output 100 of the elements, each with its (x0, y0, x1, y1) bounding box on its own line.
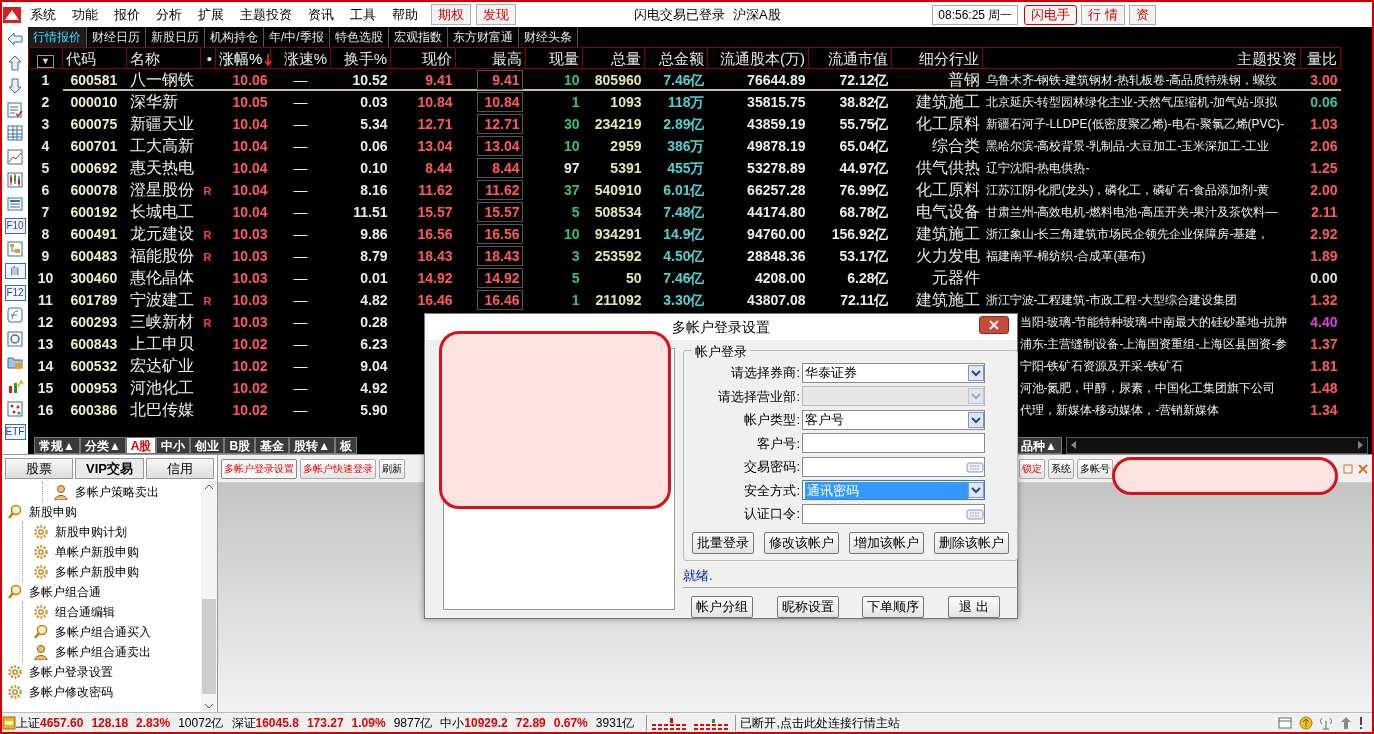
turnover-rate: 0.28 (359, 312, 389, 332)
password-field[interactable] (802, 503, 985, 524)
tab[interactable]: 宏观指数 (388, 27, 448, 47)
tab[interactable]: 新股日历 (146, 27, 205, 47)
tree-item[interactable]: 多帐户策略卖出 (75, 483, 159, 501)
quick-button[interactable]: 闪电手 (1024, 4, 1078, 25)
arrow-down-icon[interactable] (6, 77, 24, 95)
dropdown-button[interactable]: ▼ (37, 54, 54, 68)
menu-button[interactable]: 期权 (431, 4, 471, 25)
tab[interactable]: 特色选股 (329, 27, 389, 47)
menu-item[interactable]: 帮助 (384, 4, 426, 25)
shortcut-button[interactable]: ETF (4, 423, 26, 440)
menu-item[interactable]: 报价 (106, 4, 148, 25)
quick-button[interactable]: 资 (1129, 4, 1156, 25)
toolbar-button[interactable]: 系统 (1048, 458, 1074, 479)
margin-label: R (202, 183, 213, 199)
line-chart-icon[interactable] (6, 147, 24, 166)
app-logo-icon[interactable] (2, 5, 22, 24)
panel-tab[interactable]: VIP交易 (75, 458, 144, 479)
report-icon[interactable] (6, 100, 24, 119)
password-field[interactable] (802, 456, 985, 477)
action-button[interactable]: 批量登录 (692, 531, 754, 554)
board-tab[interactable]: 中小 (156, 437, 191, 454)
toolbar-button[interactable]: 多帐户快速登录 (300, 458, 376, 479)
dialog-button[interactable]: 下单顺序 (862, 596, 925, 618)
tree-item[interactable]: 多帐户组合通卖出 (55, 643, 151, 661)
board-tab[interactable]: A股 (125, 437, 157, 454)
panel-tab[interactable]: 信用 (145, 458, 214, 479)
dialog-button[interactable]: 帐户分组 (691, 596, 753, 618)
action-button[interactable]: 删除该帐户 (934, 531, 1009, 554)
dropdown[interactable]: 客户号 (802, 409, 985, 430)
board-tab[interactable]: 创业 (190, 437, 225, 454)
arrow-up-icon[interactable] (6, 53, 24, 72)
toolbar-button[interactable]: 多帐户登录设置 (221, 458, 297, 479)
antenna-icon[interactable] (1319, 715, 1333, 730)
shortcut-button[interactable]: F10 (4, 218, 26, 234)
grid-icon[interactable] (6, 124, 24, 142)
menu-item[interactable]: 扩展 (190, 4, 232, 25)
tree-item[interactable]: 单帐户新股申购 (55, 543, 139, 561)
scroll-thumb[interactable] (202, 599, 216, 694)
tree-item[interactable]: 多帐户组合通买入 (55, 623, 151, 641)
board-tab[interactable]: 品种▲ (1016, 437, 1062, 454)
board-tab[interactable]: 分类▲ (79, 437, 126, 454)
action-button[interactable]: 修改该帐户 (764, 531, 839, 554)
arrow-up-icon[interactable] (1339, 715, 1352, 730)
panel-tab[interactable]: 股票 (5, 458, 74, 479)
total-volume: 2959 (609, 136, 643, 156)
shortcut-button[interactable]: F12 (4, 284, 26, 301)
tab[interactable]: 财经头条 (518, 27, 578, 47)
stock-code: 600293 (69, 312, 119, 332)
dialog-button[interactable]: 退 出 (947, 596, 1000, 618)
tree-item[interactable]: 多帐户登录设置 (29, 663, 113, 681)
tab[interactable]: 年/中/季报 (264, 27, 330, 47)
board-tab[interactable]: 股转▲ (289, 437, 335, 454)
menu-item[interactable]: 工具 (342, 4, 384, 25)
tree-item[interactable]: 多帐户新股申购 (55, 563, 139, 581)
formula-icon[interactable] (6, 306, 24, 324)
sort-icon[interactable] (264, 52, 273, 67)
toolbar-button[interactable]: 多帐号 (1077, 458, 1114, 479)
tree-item[interactable]: 新股申购计划 (55, 523, 127, 541)
list-icon[interactable] (6, 194, 24, 213)
scrollbar[interactable] (1065, 437, 1368, 454)
index-percent: 0.67% (553, 714, 588, 732)
window-icon[interactable] (1278, 715, 1292, 730)
board-tab[interactable]: 板 (335, 437, 357, 454)
connection-status[interactable]: 已断开,点击此处连接行情主站 (740, 713, 900, 732)
scatter-icon[interactable] (6, 400, 24, 418)
board-tab[interactable]: 基金 (255, 437, 290, 454)
tab[interactable]: 东方财富通 (447, 27, 519, 47)
tab[interactable]: 行情报价 (28, 27, 87, 47)
status-icon[interactable] (2, 715, 16, 730)
menu-item[interactable]: 分析 (148, 4, 190, 25)
tab[interactable]: 财经日历 (87, 27, 146, 47)
text-field[interactable] (802, 433, 985, 454)
board-tab[interactable]: 常规▲ (34, 437, 80, 454)
close-button[interactable] (979, 316, 1009, 334)
dialog-button[interactable]: 昵称设置 (776, 596, 839, 618)
tab[interactable]: 机构持仓 (205, 27, 264, 47)
dropdown[interactable]: 华泰证券 (802, 362, 985, 383)
candlestick-icon[interactable] (6, 171, 24, 189)
menu-button[interactable]: 发现 (476, 4, 516, 25)
tree-item[interactable]: 新股申购 (29, 503, 77, 521)
tree-item[interactable]: 多帐户组合通 (29, 583, 101, 601)
menu-item[interactable]: 系统 (22, 4, 64, 25)
shortcut-button[interactable]: 自 (4, 263, 26, 279)
arrow-left-icon[interactable] (6, 30, 24, 48)
menu-item[interactable]: 资讯 (300, 4, 342, 25)
board-tab[interactable]: B股 (224, 437, 256, 454)
coin-icon[interactable] (1298, 715, 1313, 730)
column-header[interactable]: 主题投资 (1237, 49, 1297, 67)
alert-icon[interactable] (1358, 715, 1364, 730)
menu-item[interactable]: 主题投资 (232, 4, 300, 25)
tree-item[interactable]: 多帐户修改密码 (29, 683, 113, 701)
toolbar-button[interactable]: 刷新 (379, 458, 405, 479)
menu-item[interactable]: 功能 (64, 4, 106, 25)
toolbar-button[interactable]: 锁定 (1018, 458, 1045, 479)
tree-item[interactable]: 组合通编辑 (55, 603, 115, 621)
close-icon[interactable] (1357, 462, 1369, 475)
quick-button[interactable]: 行 情 (1081, 4, 1125, 25)
action-button[interactable]: 增加该帐户 (849, 531, 924, 554)
